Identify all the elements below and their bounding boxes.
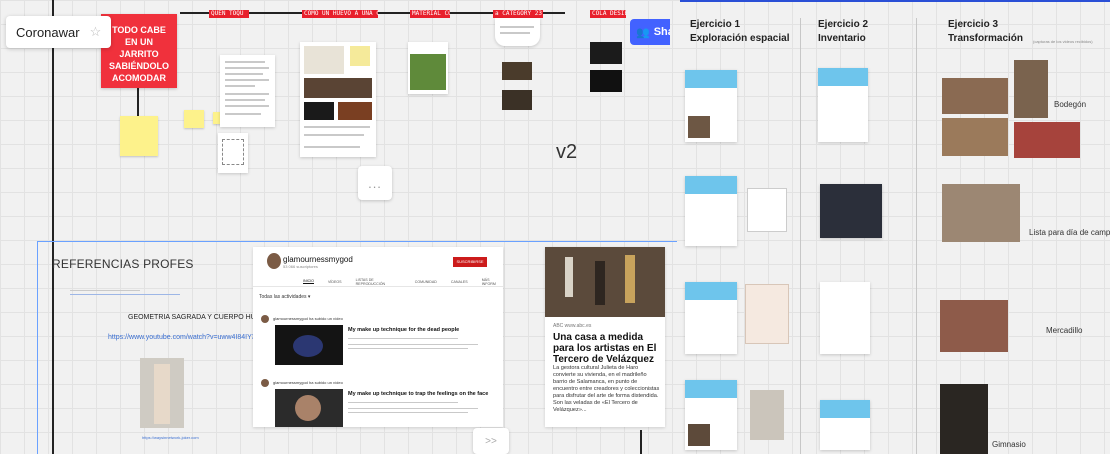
- tab-inicio[interactable]: INICIO: [303, 279, 314, 284]
- section-tag: QUEN TOQU: [209, 10, 249, 18]
- references-title: REFERENCIAS PROFES: [52, 257, 194, 271]
- red-sticky-text: TODO CABE EN UN JARRITO SABIÉNDOLO ACOMO…: [108, 25, 169, 83]
- yellow-sticky-note[interactable]: [184, 110, 204, 128]
- video-thumbnail[interactable]: [590, 70, 622, 92]
- photo[interactable]: [942, 118, 1008, 156]
- red-sticky-note[interactable]: TODO CABE EN UN JARRITO SABIÉNDOLO ACOMO…: [101, 14, 177, 88]
- column-divider: [916, 18, 917, 454]
- photo[interactable]: [1014, 60, 1048, 118]
- inventory-sheet[interactable]: [820, 184, 882, 238]
- exercise-2-title: Ejercicio 2 Inventario: [818, 19, 869, 44]
- video-thumbnail[interactable]: [304, 102, 334, 120]
- version-label: v2: [556, 141, 578, 163]
- star-icon[interactable]: ☆: [90, 24, 102, 40]
- photo[interactable]: [747, 188, 787, 232]
- worksheet[interactable]: [685, 380, 737, 450]
- avatar: [261, 315, 269, 323]
- youtube-channel-panel[interactable]: glamournessmygod 53 066 suscriptores SUS…: [253, 247, 503, 427]
- frame-border: [680, 0, 1110, 2]
- youtube-link[interactable]: https://www.youtube.com/watch?v=uww4I84I…: [108, 334, 261, 341]
- inventory-sheet[interactable]: [820, 282, 870, 354]
- video-uploader: glamournessmygod ha subido un vídeo: [273, 380, 343, 385]
- video-thumbnail[interactable]: [590, 42, 622, 64]
- inventory-sheet[interactable]: [820, 400, 870, 450]
- photo[interactable]: [940, 300, 1008, 352]
- exercise-3-note: (capturas de los videos recibidos): [1033, 39, 1093, 44]
- share-label: Sha: [653, 26, 670, 38]
- video-uploader: glamournessmygod ha subido un vídeo: [273, 316, 343, 321]
- photo: [304, 46, 344, 74]
- board-title-bar[interactable]: Coronawar ☆: [6, 16, 112, 48]
- section-tag: MATERIAL COLE: [410, 10, 450, 18]
- plant-photo: [410, 54, 446, 90]
- reference-link[interactable]: https://waysinnetwork-joker.com: [142, 435, 199, 440]
- tab-more-info[interactable]: MÁS INFORM: [482, 278, 503, 286]
- subscriber-count: 53 066 suscriptores: [283, 264, 318, 269]
- article-card[interactable]: ABC www.abc.es Una casa a medida para lo…: [545, 247, 665, 427]
- photo[interactable]: [940, 384, 988, 454]
- subscribe-button[interactable]: SUSCRIBIRSE: [453, 257, 487, 267]
- photo[interactable]: [502, 62, 532, 80]
- video-title[interactable]: My make up technique to trap the feeling…: [348, 391, 488, 397]
- inventory-sheet[interactable]: [818, 68, 868, 142]
- label-lista-campo: Lista para día de campo: [1029, 228, 1110, 237]
- tab-videos[interactable]: VÍDEOS: [328, 280, 342, 284]
- worksheet[interactable]: [685, 176, 737, 246]
- photo[interactable]: [750, 390, 784, 440]
- exercise-3-title: Ejercicio 3 Transformación: [948, 19, 1024, 44]
- channel-avatar: [267, 253, 281, 269]
- more-button[interactable]: ...: [358, 166, 392, 200]
- video-thumbnail[interactable]: [275, 325, 343, 365]
- worksheet[interactable]: [685, 282, 737, 354]
- next-button[interactable]: >>: [473, 428, 509, 454]
- article-source: ABC www.abc.es: [553, 323, 592, 329]
- section-tag: COLA DESIERTA: [590, 10, 626, 18]
- video-thumbnail[interactable]: [275, 389, 343, 427]
- photo[interactable]: [942, 78, 1008, 114]
- board-name[interactable]: Coronawar: [16, 25, 80, 40]
- yellow-note-photo: [350, 46, 370, 66]
- label-mercadillo: Mercadillo: [1046, 326, 1083, 335]
- channel-tabs: INICIO VÍDEOS LISTAS DE REPRODUCCIÓN COM…: [253, 277, 503, 287]
- photo: [304, 78, 372, 98]
- label-bodegon: Bodegón: [1054, 100, 1087, 109]
- article-excerpt: La gestora cultural Julieta de Haro conv…: [553, 365, 660, 413]
- photo: [338, 102, 372, 120]
- plant-card[interactable]: [408, 42, 448, 94]
- exercise-1-title: Ejercicio 1 Exploración espacial: [690, 19, 790, 44]
- whiteboard-canvas[interactable]: TODO CABE EN UN JARRITO SABIÉNDOLO ACOMO…: [0, 0, 1110, 454]
- section-tag: a CATEGORY 23: [493, 10, 543, 18]
- article-title[interactable]: Una casa a medida para los artistas en E…: [553, 332, 663, 365]
- avatar: [261, 379, 269, 387]
- section-tag: COMO UN HUEVO A UNA CASTAÑA: [302, 10, 378, 18]
- channel-header: glamournessmygod 53 066 suscriptores SUS…: [253, 247, 503, 277]
- floor-plan[interactable]: [745, 284, 789, 344]
- column-divider: [800, 18, 801, 454]
- note-card[interactable]: [495, 18, 540, 46]
- label-gimnasio: Gimnasio: [992, 440, 1026, 449]
- document-card[interactable]: [220, 55, 275, 127]
- activity-filter[interactable]: Todas las actividades ▾: [259, 294, 310, 300]
- collage-card[interactable]: [300, 42, 376, 157]
- reference-photo[interactable]: [140, 358, 184, 428]
- channel-name: glamournessmygod: [283, 255, 353, 264]
- yellow-sticky-note[interactable]: [120, 116, 158, 156]
- users-icon: 👥: [636, 26, 650, 39]
- photo[interactable]: [942, 184, 1020, 242]
- sketch-card[interactable]: [218, 133, 248, 173]
- photo[interactable]: [1014, 122, 1080, 158]
- worksheet[interactable]: [685, 70, 737, 142]
- article-photo: [545, 247, 665, 317]
- tab-community[interactable]: COMUNIDAD: [415, 280, 437, 284]
- tab-channels[interactable]: CANALES: [451, 280, 468, 284]
- figure-sketch: [222, 139, 244, 165]
- share-button[interactable]: 👥Sha: [630, 19, 670, 45]
- tab-playlists[interactable]: LISTAS DE REPRODUCCIÓN: [356, 278, 401, 286]
- video-title[interactable]: My make up technique for the dead people: [348, 327, 459, 333]
- photo[interactable]: [502, 90, 532, 110]
